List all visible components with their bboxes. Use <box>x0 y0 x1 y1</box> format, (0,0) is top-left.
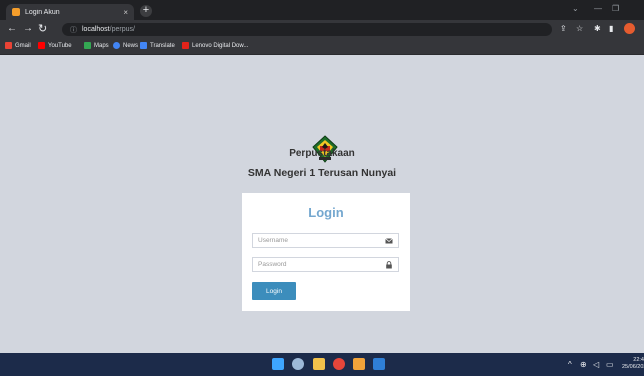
translate-icon <box>140 42 147 49</box>
maps-icon <box>84 42 91 49</box>
file-explorer-icon[interactable] <box>313 358 325 370</box>
windows-taskbar: ^ ⊕ ◁ ▭ 22:4 25/06/202 <box>0 353 644 376</box>
browser-tab[interactable]: Login Akun × <box>6 4 134 20</box>
battery-icon[interactable]: ▭ <box>606 360 614 369</box>
url-host: localhost <box>82 26 110 33</box>
gmail-icon <box>5 42 12 49</box>
bookmark-label: News <box>123 42 139 49</box>
browser-toolbar: ← → ↻ ⓘ localhost/perpus/ ⇪ ☆ ✱ ▮ <box>0 20 644 39</box>
school-name: SMA Negeri 1 Terusan Nunyai <box>247 167 397 179</box>
tray-chevron-icon[interactable]: ^ <box>568 360 572 369</box>
side-panel-icon[interactable]: ▮ <box>609 24 613 33</box>
clock-date: 25/06/202 <box>622 364 644 370</box>
bookmarks-bar: Gmail YouTube Maps News Translate Lenovo… <box>0 39 644 55</box>
url-path: /perpus/ <box>109 26 135 33</box>
bookmark-label: Gmail <box>15 42 31 49</box>
reload-icon[interactable]: ↻ <box>38 23 47 35</box>
vscode-icon[interactable] <box>373 358 385 370</box>
library-favicon-icon <box>12 8 20 16</box>
tab-search-icon[interactable]: ⌄ <box>572 4 579 13</box>
bookmark-label: Translate <box>150 42 175 49</box>
minimize-icon[interactable]: — <box>594 4 602 13</box>
extensions-icon[interactable]: ✱ <box>594 24 601 33</box>
volume-icon[interactable]: ◁ <box>593 360 599 369</box>
bookmark-youtube[interactable]: YouTube <box>38 42 72 49</box>
login-button[interactable]: Login <box>252 282 296 300</box>
login-heading: Login <box>308 205 344 220</box>
bookmark-news[interactable]: News <box>113 42 138 49</box>
start-windows-icon[interactable] <box>272 358 284 370</box>
youtube-icon <box>38 42 45 49</box>
bookmark-gmail[interactable]: Gmail <box>5 42 31 49</box>
bookmark-maps[interactable]: Maps <box>84 42 109 49</box>
tab-title: Login Akun <box>25 8 60 16</box>
lock-icon <box>386 260 392 268</box>
news-icon <box>113 42 120 49</box>
share-icon[interactable]: ⇪ <box>560 24 567 33</box>
settings-gear-icon[interactable] <box>292 358 304 370</box>
xampp-icon[interactable] <box>353 358 365 370</box>
envelope-icon <box>385 237 393 243</box>
username-field[interactable] <box>252 233 399 248</box>
profile-avatar[interactable] <box>624 23 635 34</box>
login-form: Login Login <box>242 193 410 311</box>
chrome-icon[interactable] <box>333 358 345 370</box>
username-input[interactable] <box>258 237 385 244</box>
clock-time: 22:4 <box>633 357 644 363</box>
lenovo-icon <box>182 42 189 49</box>
browser-tab-bar: Login Akun × + ⌄ — ❐ <box>0 0 644 20</box>
login-page: Perpustakaan SMA Negeri 1 Terusan Nunyai… <box>0 55 644 353</box>
restore-icon[interactable]: ❐ <box>612 4 619 13</box>
bookmark-label: Maps <box>94 42 109 49</box>
back-arrow-icon[interactable]: ← <box>7 23 17 35</box>
app-title: Perpustakaan <box>289 148 355 159</box>
forward-arrow-icon[interactable]: → <box>23 23 33 35</box>
close-tab-icon[interactable]: × <box>123 8 128 17</box>
bookmark-label: YouTube <box>48 42 72 49</box>
password-field[interactable] <box>252 257 399 272</box>
bookmark-translate[interactable]: Translate <box>140 42 175 49</box>
bookmark-label: Lenovo Digital Dow... <box>192 42 249 49</box>
password-input[interactable] <box>258 261 385 268</box>
network-icon[interactable]: ⊕ <box>580 360 587 369</box>
new-tab-button[interactable]: + <box>140 5 152 17</box>
site-info-icon[interactable]: ⓘ <box>70 25 77 35</box>
bookmark-star-icon[interactable]: ☆ <box>576 24 583 33</box>
bookmark-lenovo[interactable]: Lenovo Digital Dow... <box>182 42 248 49</box>
address-bar[interactable]: ⓘ localhost/perpus/ <box>62 23 552 36</box>
system-clock[interactable]: 22:4 25/06/202 <box>622 357 644 371</box>
